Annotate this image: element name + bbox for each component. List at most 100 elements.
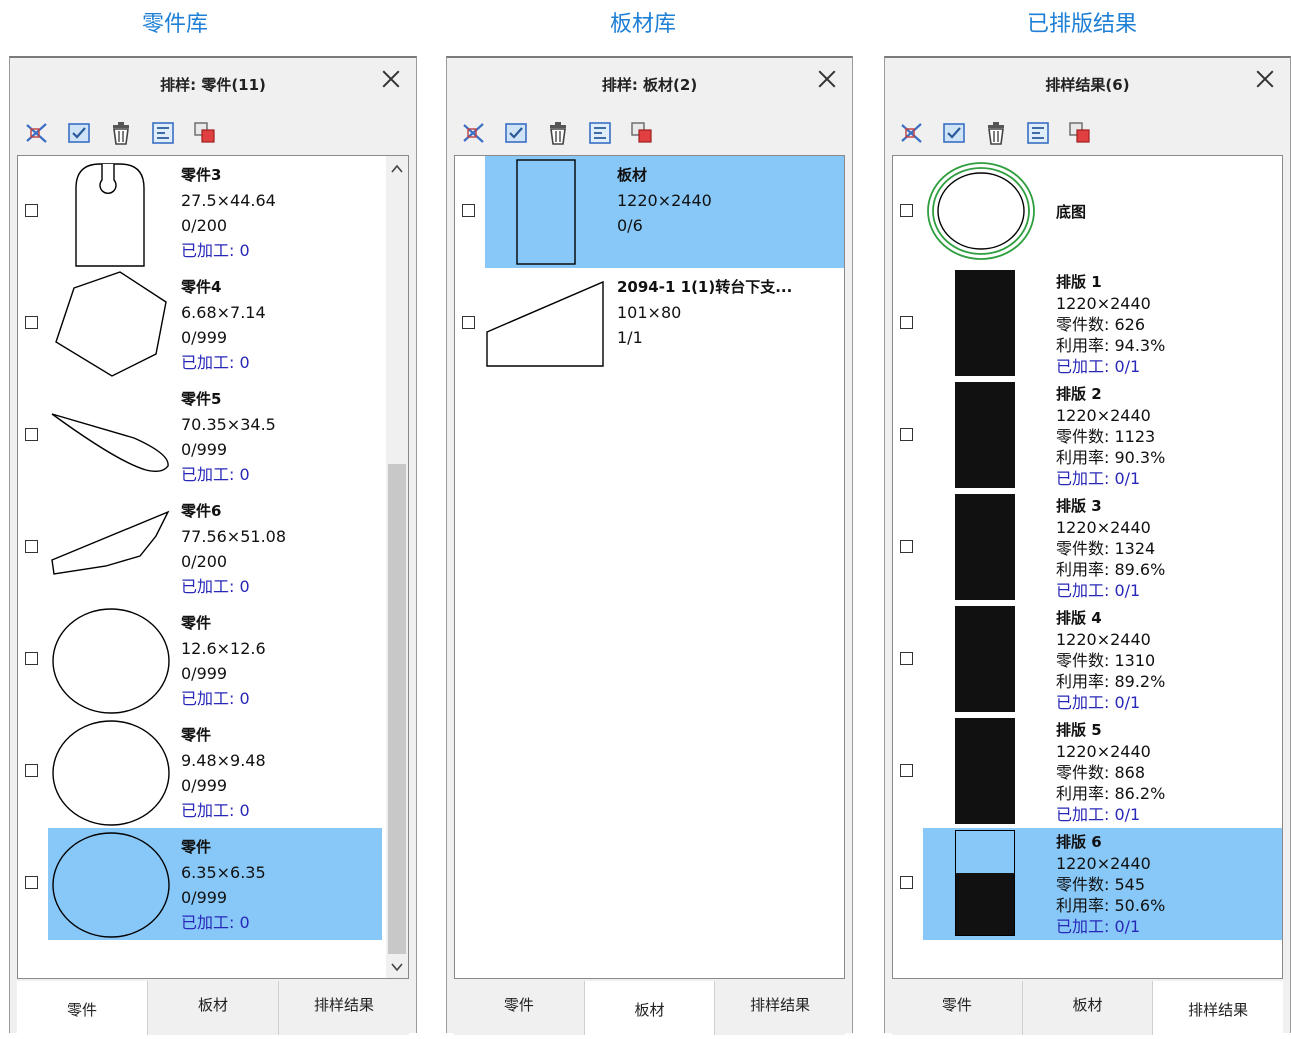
list-item[interactable]: 排版 1 1220×2440 零件数: 626 利用率: 94.3% 已加工: … xyxy=(893,268,1282,380)
nest-icon[interactable] xyxy=(899,120,925,146)
arrange-icon[interactable] xyxy=(587,120,613,146)
part-thumbnail xyxy=(75,163,145,267)
nest-icon[interactable] xyxy=(24,120,50,146)
delete-icon[interactable] xyxy=(545,120,571,146)
item-size: 6.68×7.14 xyxy=(181,303,266,322)
sheet-thumbnail xyxy=(486,280,604,367)
nest-icon[interactable] xyxy=(461,120,487,146)
checkbox[interactable] xyxy=(25,316,38,329)
close-icon[interactable] xyxy=(380,68,402,90)
list-item[interactable]: 零件3 27.5×44.64 0/200 已加工: 0 xyxy=(18,156,408,268)
checkbox[interactable] xyxy=(900,876,913,889)
list-item[interactable]: 排版 2 1220×2440 零件数: 1123 利用率: 90.3% 已加工:… xyxy=(893,380,1282,492)
item-count: 0/999 xyxy=(181,776,228,795)
list-item[interactable]: 排版 4 1220×2440 零件数: 1310 利用率: 89.2% 已加工:… xyxy=(893,604,1282,716)
item-size: 70.35×34.5 xyxy=(181,415,276,434)
checkbox[interactable] xyxy=(462,316,475,329)
list-item-selected[interactable]: 零件 6.35×6.35 0/999 已加工: 0 xyxy=(18,828,408,940)
tab-sheets[interactable]: 板材 xyxy=(584,981,716,1035)
item-utilization: 利用率: 89.2% xyxy=(1056,672,1166,691)
item-name: 底图 xyxy=(1056,203,1087,221)
arrange-icon[interactable] xyxy=(1025,120,1051,146)
select-all-icon[interactable] xyxy=(66,120,92,146)
list-item[interactable]: 2094-1 1(1)转台下支... 101×80 1/1 xyxy=(455,268,844,380)
panel-title: 排样结果(6) xyxy=(1045,76,1130,94)
parts-list[interactable]: 零件3 27.5×44.64 0/200 已加工: 0 零件4 6.68×7.1… xyxy=(17,155,409,979)
list-item[interactable]: 零件6 77.56×51.08 0/200 已加工: 0 xyxy=(18,492,408,604)
select-all-icon[interactable] xyxy=(941,120,967,146)
tab-nesting-results[interactable]: 排样结果 xyxy=(1153,981,1284,1035)
tab-nesting-results[interactable]: 排样结果 xyxy=(715,981,846,1035)
list-item[interactable]: 零件 12.6×12.6 0/999 已加工: 0 xyxy=(18,604,408,716)
checkbox[interactable] xyxy=(462,204,475,217)
close-icon[interactable] xyxy=(1254,68,1276,90)
item-size: 9.48×9.48 xyxy=(181,751,266,770)
list-item-base[interactable]: 底图 xyxy=(893,156,1282,268)
checkbox[interactable] xyxy=(25,652,38,665)
list-item[interactable]: 排版 5 1220×2440 零件数: 868 利用率: 86.2% 已加工: … xyxy=(893,716,1282,828)
scrollbar[interactable] xyxy=(386,156,408,978)
item-count: 0/200 xyxy=(181,216,228,235)
copy-icon[interactable] xyxy=(1067,120,1093,146)
item-size: 77.56×51.08 xyxy=(181,527,287,546)
sheets-list[interactable]: 板材 1220×2440 0/6 2094-1 1(1)转台下支... 101×… xyxy=(454,155,845,979)
delete-icon[interactable] xyxy=(983,120,1009,146)
list-item[interactable]: 零件4 6.68×7.14 0/999 已加工: 0 xyxy=(18,268,408,380)
tab-parts[interactable]: 零件 xyxy=(454,981,585,1035)
select-all-icon[interactable] xyxy=(503,120,529,146)
checkbox[interactable] xyxy=(25,764,38,777)
item-count: 0/999 xyxy=(181,440,228,459)
item-name: 排版 5 xyxy=(1056,721,1102,739)
chevron-down-icon[interactable] xyxy=(386,958,408,976)
delete-icon[interactable] xyxy=(108,120,134,146)
tab-parts[interactable]: 零件 xyxy=(17,981,148,1035)
tab-parts[interactable]: 零件 xyxy=(892,981,1023,1035)
item-processed: 已加工: 0/1 xyxy=(1056,469,1141,488)
results-list[interactable]: 底图 排版 1 1220×2440 零件数: 626 利用率: 94.3% 已加… xyxy=(892,155,1283,979)
checkbox[interactable] xyxy=(25,540,38,553)
part-thumbnail xyxy=(52,832,170,938)
list-item[interactable]: 零件 9.48×9.48 0/999 已加工: 0 xyxy=(18,716,408,828)
part-thumbnail xyxy=(52,720,170,826)
close-icon[interactable] xyxy=(816,68,838,90)
item-processed: 已加工: 0/1 xyxy=(1056,357,1141,376)
copy-icon[interactable] xyxy=(629,120,655,146)
item-count: 0/999 xyxy=(181,888,228,907)
list-item-selected[interactable]: 排版 6 1220×2440 零件数: 545 利用率: 50.6% 已加工: … xyxy=(893,828,1282,940)
item-parts: 零件数: 868 xyxy=(1056,763,1146,782)
list-item[interactable]: 零件5 70.35×34.5 0/999 已加工: 0 xyxy=(18,380,408,492)
checkbox[interactable] xyxy=(900,764,913,777)
results-panel: 排样结果(6) 底图 排版 1 1220×2440 零件数: 626 利用率: … xyxy=(884,56,1291,1035)
checkbox[interactable] xyxy=(25,428,38,441)
checkbox[interactable] xyxy=(25,876,38,889)
tab-sheets[interactable]: 板材 xyxy=(1022,981,1154,1035)
checkbox[interactable] xyxy=(900,540,913,553)
tab-sheets[interactable]: 板材 xyxy=(148,981,279,1035)
item-name: 板材 xyxy=(617,166,648,184)
item-name: 零件 xyxy=(181,614,212,632)
tab-nesting-results[interactable]: 排样结果 xyxy=(279,981,409,1035)
item-processed: 已加工: 0/1 xyxy=(1056,917,1141,936)
sheets-panel: 排样: 板材(2) 板材 1220×2440 0/6 2094-1 1(1)转台… xyxy=(446,56,853,1035)
tab-bar: 零件 板材 排样结果 xyxy=(892,981,1284,1035)
arrange-icon[interactable] xyxy=(150,120,176,146)
item-processed: 已加工: 0 xyxy=(181,353,250,372)
checkbox[interactable] xyxy=(25,204,38,217)
part-thumbnail xyxy=(55,271,167,377)
checkbox[interactable] xyxy=(900,652,913,665)
list-item[interactable]: 排版 3 1220×2440 零件数: 1324 利用率: 89.6% 已加工:… xyxy=(893,492,1282,604)
copy-icon[interactable] xyxy=(192,120,218,146)
chevron-up-icon[interactable] xyxy=(386,160,408,178)
tab-bar: 零件 板材 排样结果 xyxy=(454,981,846,1035)
item-parts: 零件数: 1123 xyxy=(1056,427,1156,446)
checkbox[interactable] xyxy=(900,316,913,329)
item-utilization: 利用率: 50.6% xyxy=(1056,896,1166,915)
item-parts: 零件数: 1310 xyxy=(1056,651,1156,670)
checkbox[interactable] xyxy=(900,204,913,217)
scrollbar-thumb[interactable] xyxy=(388,464,406,954)
list-item-selected[interactable]: 板材 1220×2440 0/6 xyxy=(455,156,844,268)
item-size: 6.35×6.35 xyxy=(181,863,266,882)
nested-layout-thumbnail xyxy=(955,606,1015,712)
checkbox[interactable] xyxy=(900,428,913,441)
item-utilization: 利用率: 89.6% xyxy=(1056,560,1166,579)
